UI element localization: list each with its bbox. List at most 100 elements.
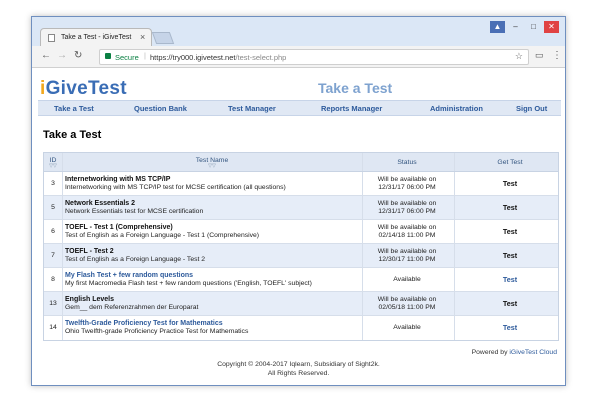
test-id: 3: [51, 180, 55, 187]
tab-title: Take a Test - iGiveTest: [61, 34, 132, 41]
test-description: Test of English as a Foreign Language - …: [65, 232, 260, 239]
get-test-button[interactable]: Test: [480, 220, 540, 244]
forward-arrow-icon[interactable]: →: [57, 50, 67, 61]
tests-table: ID ▽▽ Test Name ▽▽ Status Get Test 3 Intern…: [43, 152, 559, 341]
table-body: 3 Internetworking with MS TCP/IP Internetw…: [44, 172, 558, 340]
reload-icon[interactable]: ↻: [74, 50, 82, 61]
test-status: Available: [393, 324, 421, 331]
window-close-icon[interactable]: ✕: [544, 21, 559, 33]
menu-dots-icon[interactable]: ⋮: [552, 50, 562, 61]
sort-icon[interactable]: ▽▽: [62, 164, 362, 169]
get-test-button[interactable]: Test: [480, 196, 540, 220]
table-header: ID ▽▽ Test Name ▽▽ Status Get Test: [44, 153, 558, 172]
test-status: Will be available on 12/31/17 06:00 PM: [377, 200, 437, 215]
test-description: Test of English as a Foreign Language - …: [65, 256, 206, 263]
test-name-cell: My Flash Test + few random questions My f…: [65, 272, 355, 287]
sort-icon[interactable]: ▽▽: [44, 164, 62, 169]
test-status: Will be available on 12/30/17 11:00 PM: [377, 248, 437, 263]
test-name-cell: Twelfth-Grade Proficiency Test for Mathe…: [65, 320, 355, 335]
browser-tab[interactable]: Take a Test - iGiveTest ×: [40, 28, 152, 46]
test-status: Will be available on 02/14/18 11:00 PM: [377, 224, 437, 239]
table-row: 6 TOEFL - Test 1 (Comprehensive) Test of E…: [44, 220, 558, 244]
page-content: iGiveTest Take a Test Take a Test Questi…: [32, 69, 565, 385]
get-test-button[interactable]: Test: [480, 244, 540, 268]
title-bar: Take a Test - iGiveTest × ▲ – □ ✕: [32, 17, 565, 46]
table-row: 8 My Flash Test + few random questions My …: [44, 268, 558, 292]
copyright: Copyright © 2004-2017 Iqlearn, Subsidiar…: [32, 360, 565, 378]
secure-label: Secure: [115, 53, 139, 62]
test-name[interactable]: Twelfth-Grade Proficiency Test for Mathe…: [65, 320, 355, 327]
bookmark-star-icon[interactable]: ☆: [515, 51, 523, 62]
test-name-cell: Internetworking with MS TCP/IP Internetwo…: [65, 176, 355, 191]
test-id: 8: [51, 276, 55, 283]
url-host: https://try000.igivetest.net: [150, 53, 236, 62]
test-name-cell: TOEFL - Test 1 (Comprehensive) Test of En…: [65, 224, 355, 239]
rights-line: All Rights Reserved.: [267, 370, 330, 377]
test-status: Will be available on 12/31/17 06:00 PM: [377, 176, 437, 191]
column-header-status: Status: [397, 159, 417, 166]
test-description: Internetworking with MS TCP/IP test for …: [65, 184, 286, 191]
test-name: TOEFL - Test 2: [65, 248, 114, 255]
nav-reports-manager[interactable]: Reports Manager: [321, 104, 382, 113]
tab-close-icon[interactable]: ×: [140, 32, 145, 42]
get-test-button[interactable]: Test: [480, 172, 540, 196]
cast-icon[interactable]: ▭: [535, 50, 544, 61]
url-path: /test-select.php: [235, 53, 287, 62]
column-header-get-test: Get Test: [497, 159, 523, 166]
table-row: 14 Twelfth-Grade Proficiency Test for Mat…: [44, 316, 558, 340]
browser-window: Take a Test - iGiveTest × ▲ – □ ✕ ← → ↻ …: [31, 16, 566, 386]
minimize-icon[interactable]: –: [508, 21, 523, 33]
table-row: 3 Internetworking with MS TCP/IP Internetw…: [44, 172, 558, 196]
test-name-cell: Network Essentials 2 Network Essentials t…: [65, 200, 355, 215]
test-description: My first Macromedia Flash test + few ran…: [65, 280, 312, 287]
test-name: Network Essentials 2: [65, 200, 136, 207]
browser-toolbar: ← → ↻ Secure | https://try000.igivetest.…: [32, 46, 565, 68]
column-header-name[interactable]: Test Name ▽▽: [62, 157, 362, 169]
get-test-button[interactable]: Test: [480, 316, 540, 340]
test-status: Available: [393, 276, 421, 283]
url-text[interactable]: https://try000.igivetest.net/test-select…: [150, 53, 286, 62]
address-bar[interactable]: Secure | https://try000.igivetest.net/te…: [99, 49, 529, 65]
test-id: 6: [51, 228, 55, 235]
page-icon: [48, 34, 55, 42]
column-header-id[interactable]: ID ▽▽: [44, 157, 62, 169]
copyright-line: Copyright © 2004-2017 Iqlearn, Subsidiar…: [217, 361, 380, 368]
test-id: 13: [49, 300, 57, 307]
nav-sign-out[interactable]: Sign Out: [516, 104, 547, 113]
test-id: 5: [51, 204, 55, 211]
maximize-icon[interactable]: □: [526, 21, 541, 33]
new-tab-button[interactable]: [151, 32, 175, 44]
test-name-cell: TOEFL - Test 2 Test of English as a Forei…: [65, 248, 355, 263]
test-description: Network Essentials test for MCSE certifi…: [65, 208, 204, 215]
profile-icon[interactable]: ▲: [490, 21, 505, 33]
test-description: Gem__ dem Referenzrahmen der Europarat: [65, 304, 199, 311]
main-nav: Take a Test Question Bank Test Manager R…: [38, 100, 561, 116]
test-name-cell: English Levels Gem__ dem Referenzrahmen d…: [65, 296, 355, 311]
nav-administration[interactable]: Administration: [430, 104, 483, 113]
test-id: 7: [51, 252, 55, 259]
get-test-button[interactable]: Test: [480, 268, 540, 292]
test-status: Will be available on 02/05/18 11:00 PM: [377, 296, 437, 311]
logo-text: GiveTest: [45, 78, 127, 99]
table-row: 7 TOEFL - Test 2 Test of English as a Fore…: [44, 244, 558, 268]
test-name: English Levels: [65, 296, 115, 303]
test-name: Internetworking with MS TCP/IP: [65, 176, 171, 183]
powered-by: Powered by iGiveTest Cloud: [471, 349, 557, 356]
test-description: Ohio Twelfth-grade Proficiency Practice …: [65, 328, 249, 335]
back-arrow-icon[interactable]: ←: [41, 50, 51, 61]
site-title: Take a Test: [318, 80, 393, 96]
powered-by-link[interactable]: iGiveTest Cloud: [509, 349, 557, 356]
get-test-button[interactable]: Test: [480, 292, 540, 316]
site-logo[interactable]: iGiveTest: [40, 78, 127, 100]
test-name: TOEFL - Test 1 (Comprehensive): [65, 224, 173, 231]
address-separator: |: [144, 51, 146, 60]
test-name[interactable]: My Flash Test + few random questions: [65, 272, 355, 279]
table-row: 13 English Levels Gem__ dem Referenzrahmen…: [44, 292, 558, 316]
test-id: 14: [49, 324, 57, 331]
nav-test-manager[interactable]: Test Manager: [228, 104, 276, 113]
nav-question-bank[interactable]: Question Bank: [134, 104, 187, 113]
lock-icon: [105, 53, 111, 59]
page-heading: Take a Test: [43, 129, 102, 141]
table-row: 5 Network Essentials 2 Network Essentials …: [44, 196, 558, 220]
nav-take-a-test[interactable]: Take a Test: [54, 104, 94, 113]
